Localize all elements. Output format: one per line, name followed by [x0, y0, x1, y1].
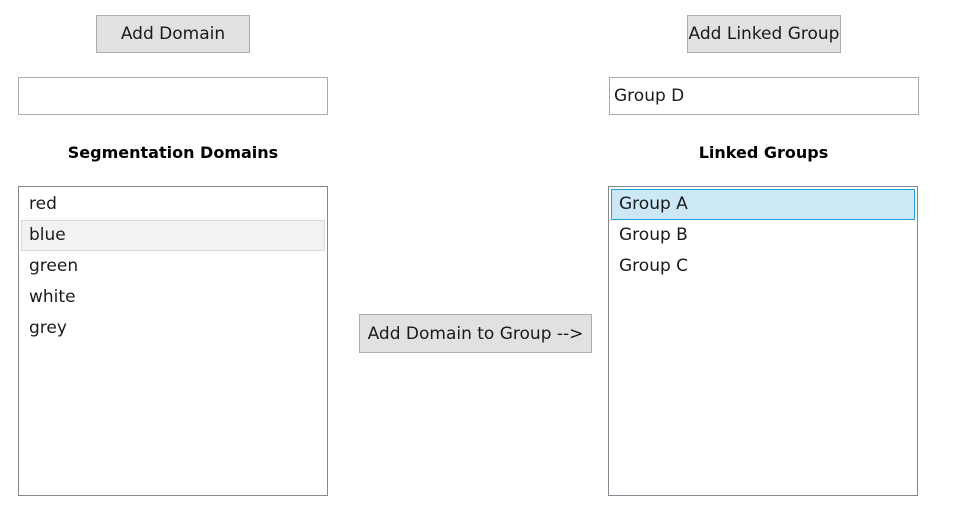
segmentation-domains-list[interactable]: red blue green white grey [18, 186, 328, 496]
group-list-item[interactable]: Group B [611, 220, 915, 251]
domain-name-input[interactable] [18, 77, 328, 115]
add-domain-button[interactable]: Add Domain [96, 15, 250, 53]
linked-group-name-input[interactable] [609, 77, 919, 115]
linked-groups-heading: Linked Groups [698, 143, 829, 162]
group-list-item[interactable]: Group A [611, 189, 915, 220]
domain-list-item[interactable]: white [21, 282, 325, 313]
add-linked-group-button[interactable]: Add Linked Group [687, 15, 841, 53]
add-domain-to-group-button[interactable]: Add Domain to Group --> [359, 314, 592, 353]
domain-list-item[interactable]: red [21, 189, 325, 220]
domain-list-item[interactable]: grey [21, 313, 325, 344]
linked-groups-list[interactable]: Group A Group B Group C [608, 186, 918, 496]
domain-list-item[interactable]: blue [21, 220, 325, 251]
group-list-item[interactable]: Group C [611, 251, 915, 282]
segmentation-domains-heading: Segmentation Domains [67, 143, 279, 162]
domain-list-item[interactable]: green [21, 251, 325, 282]
